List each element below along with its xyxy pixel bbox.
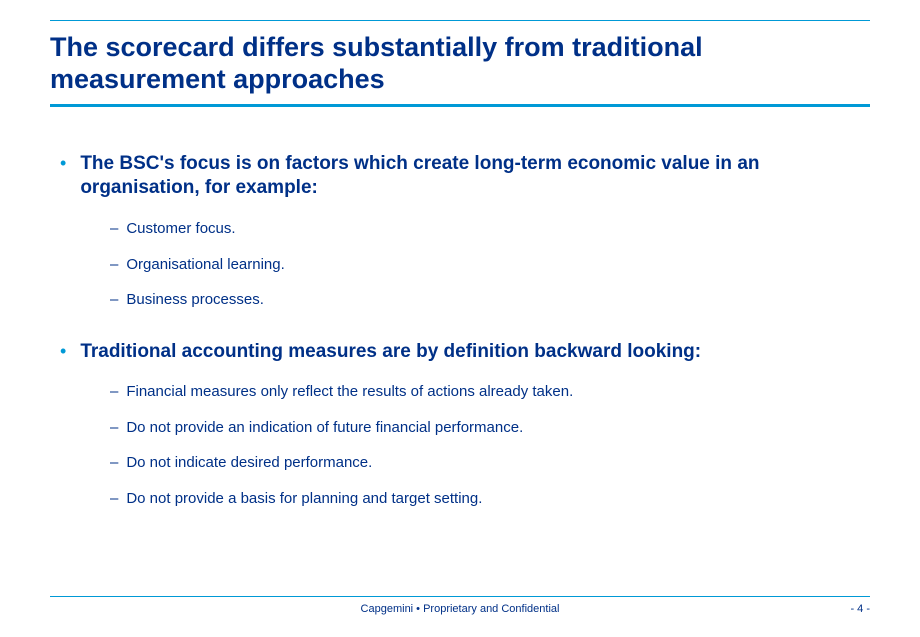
sub-item: Business processes. <box>126 290 264 310</box>
dash-icon: – <box>110 453 118 473</box>
sub-bullet: – Do not indicate desired performance. <box>50 453 870 473</box>
bullet-dot-icon: • <box>60 152 66 175</box>
section-2: • Traditional accounting measures are by… <box>50 340 870 509</box>
dash-icon: – <box>110 489 118 509</box>
dash-icon: – <box>110 418 118 438</box>
main-bullet: • Traditional accounting measures are by… <box>50 340 870 365</box>
footer: Capgemini • Proprietary and Confidential… <box>50 596 870 615</box>
bullet-dot-icon: • <box>60 340 66 363</box>
page-number: - 4 - <box>850 603 870 615</box>
sub-item: Do not provide a basis for planning and … <box>126 489 482 509</box>
sub-bullet: – Do not provide an indication of future… <box>50 418 870 438</box>
sub-item: Do not indicate desired performance. <box>126 453 372 473</box>
section-heading: The BSC's focus is on factors which crea… <box>80 152 870 201</box>
slide: The scorecard differs substantially from… <box>0 0 920 508</box>
footer-center-text: Capgemini • Proprietary and Confidential <box>361 603 560 615</box>
sub-bullet: – Financial measures only reflect the re… <box>50 382 870 402</box>
footer-rule <box>50 596 870 597</box>
dash-icon: – <box>110 255 118 275</box>
dash-icon: – <box>110 219 118 239</box>
sub-item: Financial measures only reflect the resu… <box>126 382 573 402</box>
sub-bullet: – Do not provide a basis for planning an… <box>50 489 870 509</box>
sub-bullet: – Business processes. <box>50 290 870 310</box>
sub-item: Customer focus. <box>126 219 235 239</box>
sub-item: Do not provide an indication of future f… <box>126 418 523 438</box>
sub-bullet: – Organisational learning. <box>50 255 870 275</box>
section-1: • The BSC's focus is on factors which cr… <box>50 152 870 310</box>
main-bullet: • The BSC's focus is on factors which cr… <box>50 152 870 201</box>
sub-bullet: – Customer focus. <box>50 219 870 239</box>
section-heading: Traditional accounting measures are by d… <box>80 340 701 365</box>
sub-item: Organisational learning. <box>126 255 284 275</box>
slide-title: The scorecard differs substantially from… <box>50 31 870 96</box>
dash-icon: – <box>110 290 118 310</box>
top-rule <box>50 20 870 21</box>
footer-row: Capgemini • Proprietary and Confidential… <box>50 603 870 615</box>
dash-icon: – <box>110 382 118 402</box>
title-underline <box>50 104 870 107</box>
